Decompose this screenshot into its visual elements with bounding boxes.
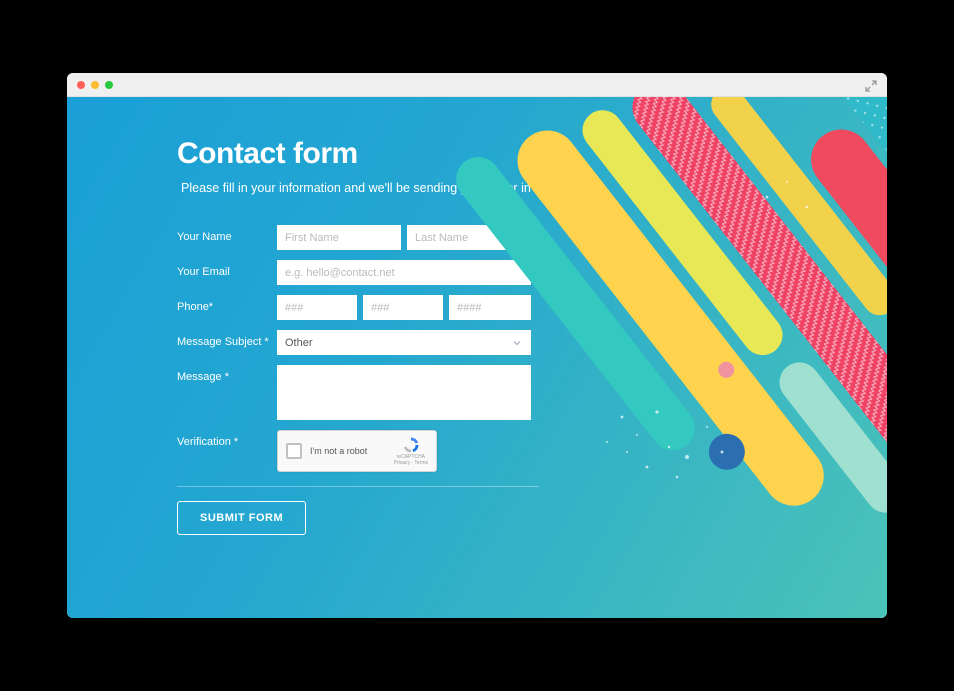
verification-row: Verification * I'm not a robot reCAPTCHA…: [177, 430, 887, 472]
subject-label: Message Subject *: [177, 330, 277, 348]
name-row: Your Name: [177, 225, 887, 250]
close-window-icon[interactable]: [77, 81, 85, 89]
minimize-window-icon[interactable]: [91, 81, 99, 89]
decorative-background: [67, 97, 887, 618]
email-label: Your Email: [177, 260, 277, 278]
window-controls: [77, 81, 113, 89]
maximize-window-icon[interactable]: [105, 81, 113, 89]
recaptcha-widget[interactable]: I'm not a robot reCAPTCHA Privacy - Term…: [277, 430, 437, 472]
page-title: Contact form: [177, 137, 887, 171]
expand-icon[interactable]: [865, 79, 877, 97]
submit-button[interactable]: SUBMIT FORM: [177, 501, 306, 535]
phone-label: Phone*: [177, 295, 277, 313]
form-divider: [177, 486, 539, 487]
message-textarea[interactable]: [277, 365, 531, 420]
phone-row: Phone*: [177, 295, 887, 320]
first-name-input[interactable]: [277, 225, 401, 250]
recaptcha-badge: reCAPTCHA Privacy - Terms: [394, 436, 428, 466]
browser-window: Contact form Please fill in your informa…: [67, 73, 887, 618]
phone-part1-input[interactable]: [277, 295, 357, 320]
verification-label: Verification *: [177, 430, 277, 448]
name-label: Your Name: [177, 225, 277, 243]
chevron-down-icon: [511, 337, 523, 349]
page-content: Contact form Please fill in your informa…: [67, 97, 887, 618]
subject-row: Message Subject * Other: [177, 330, 887, 355]
email-input[interactable]: [277, 260, 531, 285]
message-row: Message *: [177, 365, 887, 420]
last-name-input[interactable]: [407, 225, 531, 250]
phone-part3-input[interactable]: [449, 295, 531, 320]
phone-part2-input[interactable]: [363, 295, 443, 320]
message-label: Message *: [177, 365, 277, 383]
subject-select[interactable]: Other: [277, 330, 531, 355]
page-subtitle: Please fill in your information and we'l…: [177, 181, 887, 195]
recaptcha-checkbox[interactable]: [286, 443, 302, 459]
window-titlebar: [67, 73, 887, 97]
recaptcha-text: I'm not a robot: [310, 446, 386, 456]
recaptcha-icon: [402, 436, 420, 454]
subject-selected-value: Other: [285, 337, 313, 349]
email-row: Your Email: [177, 260, 887, 285]
